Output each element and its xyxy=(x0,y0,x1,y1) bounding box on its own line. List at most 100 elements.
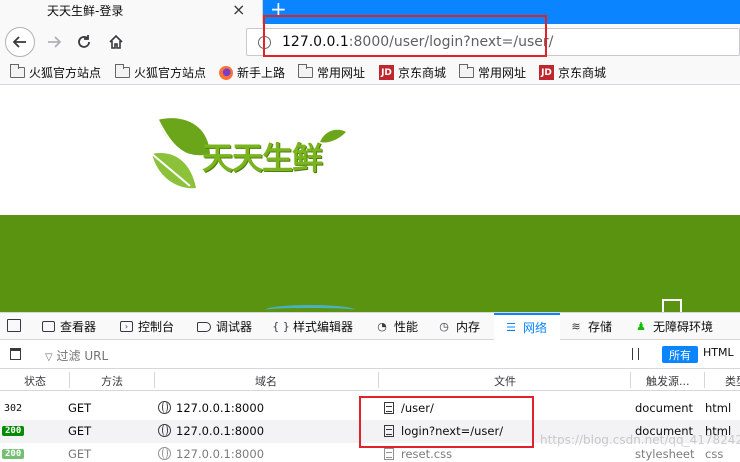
accessibility-icon: ♟ xyxy=(636,320,646,333)
tab-label: 存储 xyxy=(588,320,613,334)
bookmark-item[interactable]: 新手上路 xyxy=(219,64,285,81)
tab-label: 样式编辑器 xyxy=(293,320,354,334)
column-status[interactable]: 状态 xyxy=(24,373,46,389)
bookmark-item[interactable]: 常用网址 xyxy=(298,64,365,81)
jd-icon: JD xyxy=(539,65,554,80)
tab-label: 查看器 xyxy=(60,320,97,334)
column-method[interactable]: 方法 xyxy=(101,373,123,389)
devtools-tabs: 查看器 › 控制台 调试器 { } 样式编辑器 ◔ 性能 ◷ 内存 ☰ 网络 ≋ 存储 ♟ 无… xyxy=(0,313,740,340)
network-toolbar: ▽ 过滤 URL 所有 HTML xyxy=(0,340,740,369)
folder-icon xyxy=(298,64,313,78)
forward-button[interactable] xyxy=(40,28,68,56)
status-badge: 200 xyxy=(2,449,25,459)
domain-cell: 127.0.0.1:8000 xyxy=(158,447,264,461)
column-divider[interactable] xyxy=(154,372,155,388)
network-icon: ☰ xyxy=(506,321,516,334)
bookmark-item[interactable]: 火狐官方站点 xyxy=(115,64,206,81)
close-tab-icon[interactable]: × xyxy=(232,0,245,19)
back-button[interactable] xyxy=(5,27,35,57)
tab-label: 控制台 xyxy=(138,320,175,334)
column-file[interactable]: 文件 xyxy=(494,373,516,389)
method-cell: GET xyxy=(68,401,92,415)
domain-cell: 127.0.0.1:8000 xyxy=(158,401,264,415)
column-divider[interactable] xyxy=(69,372,70,388)
bookmark-label: 常用网址 xyxy=(478,66,527,80)
filter-all-button[interactable]: 所有 xyxy=(662,346,698,363)
type-cell: css xyxy=(705,447,724,461)
small-leaf-icon xyxy=(320,129,346,143)
type-cell: html xyxy=(705,401,732,415)
bookmark-label: 火狐官方站点 xyxy=(134,66,207,80)
globe-icon xyxy=(158,401,171,414)
tab-network[interactable]: ☰ 网络 xyxy=(494,313,560,340)
pause-icon[interactable] xyxy=(632,348,639,360)
bookmark-label: 京东商城 xyxy=(398,66,447,80)
cause-cell: document xyxy=(635,401,694,415)
filter-url-input[interactable]: ▽ 过滤 URL xyxy=(45,347,108,364)
column-divider[interactable] xyxy=(378,372,379,388)
domain-text: 127.0.0.1:8000 xyxy=(176,424,265,438)
home-button[interactable] xyxy=(102,28,130,56)
column-divider[interactable] xyxy=(704,372,705,388)
reload-button[interactable] xyxy=(70,28,98,56)
globe-icon xyxy=(158,447,171,460)
domain-cell: 127.0.0.1:8000 xyxy=(158,424,264,438)
trash-icon[interactable] xyxy=(10,348,21,360)
status-code: 302 xyxy=(4,403,23,414)
tab-inspector[interactable]: 查看器 xyxy=(42,313,96,340)
browser-tab[interactable]: 天天生鲜-登录 × xyxy=(0,0,263,24)
cause-cell: stylesheet xyxy=(635,447,695,461)
bookmark-label: 火狐官方站点 xyxy=(29,66,102,80)
filter-html-button[interactable]: HTML xyxy=(703,346,734,359)
folder-icon xyxy=(115,64,130,78)
tab-console[interactable]: › 控制台 xyxy=(120,313,174,340)
url-highlight-box xyxy=(263,15,547,57)
watermark: https://blog.csdn.net/qq_41782425 xyxy=(540,433,740,447)
domain-text: 127.0.0.1:8000 xyxy=(176,447,265,461)
method-cell: GET xyxy=(68,447,92,461)
tab-accessibility[interactable]: ♟ 无障碍环境 xyxy=(634,313,713,340)
site-logo[interactable]: 天天生鲜 xyxy=(150,114,350,192)
bookmark-item[interactable]: JD 京东商城 xyxy=(379,64,446,81)
tab-label: 内存 xyxy=(456,320,481,334)
logo-text: 天天生鲜 xyxy=(202,141,323,177)
debugger-icon xyxy=(197,321,211,332)
tab-style-editor[interactable]: { } 样式编辑器 xyxy=(272,313,354,340)
file-cell: reset.css xyxy=(384,447,452,461)
document-icon xyxy=(384,448,394,460)
method-cell: GET xyxy=(68,424,92,438)
bookmark-label: 京东商城 xyxy=(558,66,607,80)
console-icon: › xyxy=(120,321,133,332)
bookmark-item[interactable]: 火狐官方站点 xyxy=(10,64,101,81)
tab-storage[interactable]: ≋ 存储 xyxy=(569,313,612,340)
arrow-left-icon xyxy=(12,36,26,48)
tab-debugger[interactable]: 调试器 xyxy=(197,313,252,340)
tab-label: 调试器 xyxy=(216,320,253,334)
column-divider[interactable] xyxy=(630,372,631,388)
memory-icon: ◷ xyxy=(439,320,449,333)
bookmark-label: 新手上路 xyxy=(237,66,286,80)
column-domain[interactable]: 域名 xyxy=(255,373,277,389)
bookmark-item[interactable]: 常用网址 xyxy=(459,64,526,81)
file-highlight-box xyxy=(359,396,534,448)
folder-icon xyxy=(459,64,474,78)
inspector-icon xyxy=(42,321,55,332)
filter-icon: ▽ xyxy=(45,352,53,363)
tab-memory[interactable]: ◷ 内存 xyxy=(437,313,480,340)
column-cause[interactable]: 触发源... xyxy=(646,373,690,389)
banner-square xyxy=(662,299,682,312)
network-table-header: 状态 方法 域名 文件 触发源... 类型 xyxy=(0,369,740,391)
tab-performance[interactable]: ◔ 性能 xyxy=(375,313,418,340)
reload-icon xyxy=(78,35,90,48)
firefox-icon xyxy=(219,65,233,80)
performance-icon: ◔ xyxy=(377,320,387,333)
domain-text: 127.0.0.1:8000 xyxy=(176,401,265,415)
globe-icon xyxy=(158,424,171,437)
element-picker-icon[interactable] xyxy=(7,319,21,332)
arrow-right-icon xyxy=(48,36,62,48)
bookmark-item[interactable]: JD 京东商城 xyxy=(539,64,606,81)
column-type[interactable]: 类型 xyxy=(725,373,740,389)
tab-title: 天天生鲜-登录 xyxy=(47,4,124,18)
tab-label: 网络 xyxy=(523,321,548,335)
tab-label: 无障碍环境 xyxy=(653,320,714,334)
